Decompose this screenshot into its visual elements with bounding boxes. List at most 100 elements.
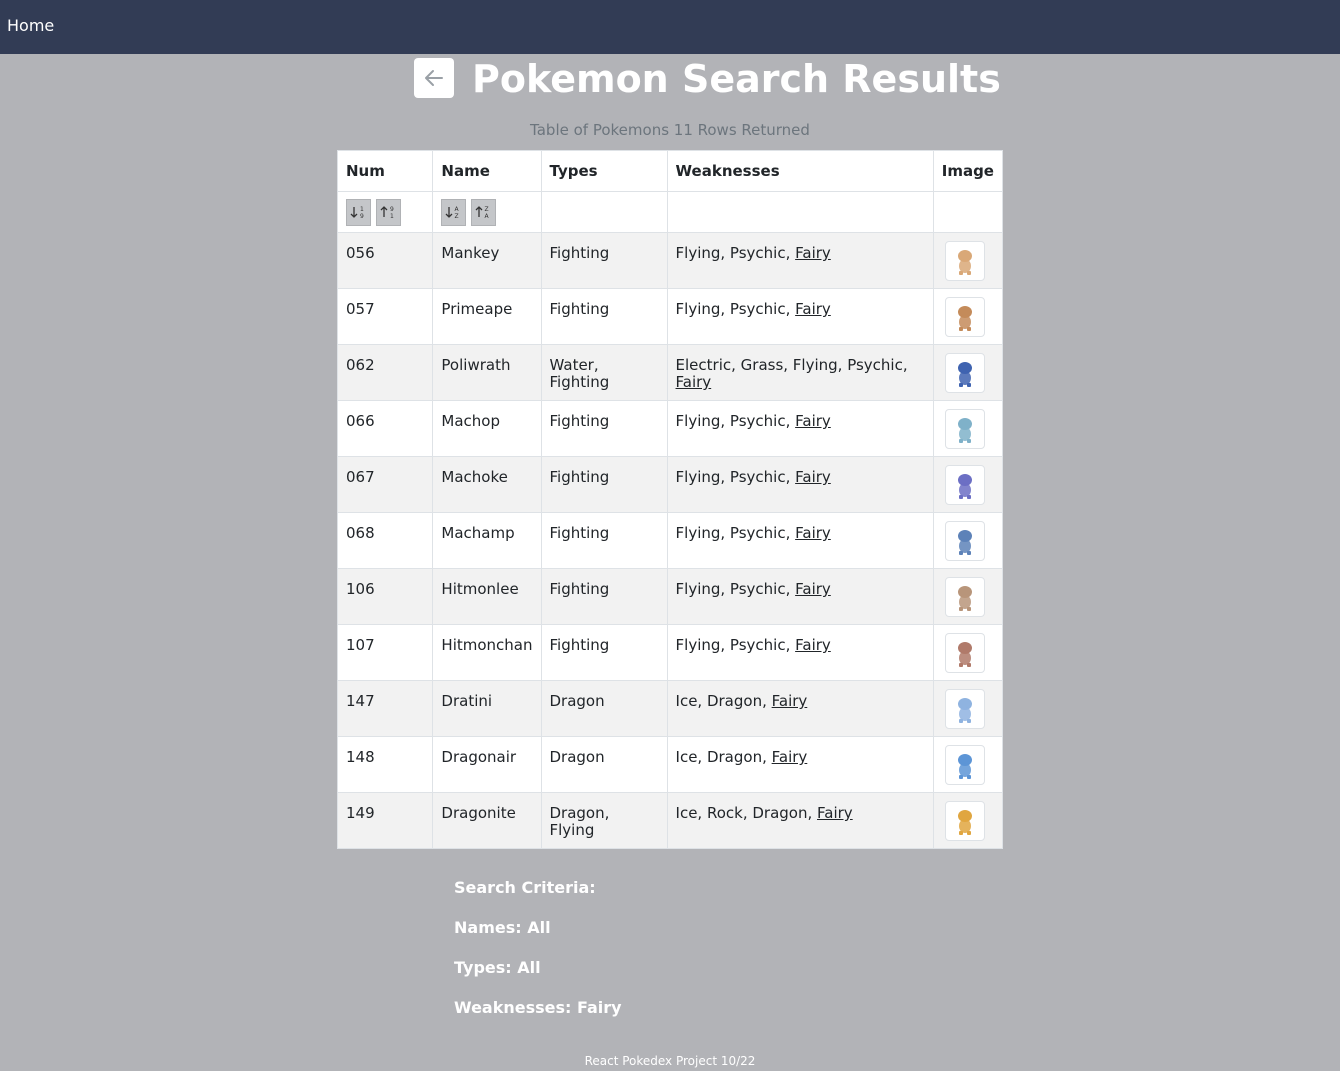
sort-num-descending-button[interactable]: 9 1	[375, 198, 401, 226]
pokemon-thumbnail[interactable]	[944, 577, 985, 617]
sort-name-ascending-button[interactable]: A Z	[441, 198, 467, 226]
weakness-text: Flying, Psychic,	[675, 300, 796, 318]
cell-name: Machop	[432, 400, 542, 457]
arrow-left-icon	[425, 70, 443, 86]
weakness-text: Flying, Psychic,	[675, 524, 796, 542]
cell-name: Dragonair	[432, 736, 542, 793]
cell-name: Dratini	[432, 680, 542, 737]
svg-text:9: 9	[390, 206, 394, 213]
table-row: 107 Hitmonchan Fighting Flying, Psychic, Fa…	[336, 624, 1004, 681]
cell-weaknesses: Flying, Psychic, Fairy	[666, 512, 934, 569]
pokemon-thumbnail[interactable]	[944, 521, 985, 561]
cell-name: Hitmonlee	[432, 568, 542, 625]
sort-numeric-up-icon: 9 1	[380, 206, 394, 220]
pokemon-thumbnail[interactable]	[944, 689, 985, 729]
cell-name: Dragonite	[432, 792, 542, 849]
sort-numeric-down-icon: 1 9	[350, 206, 364, 220]
cell-image	[932, 680, 1004, 737]
cell-num: 149	[336, 792, 434, 849]
criteria-types: Types: All	[454, 958, 541, 977]
criteria-weaknesses: Weaknesses: Fairy	[454, 998, 622, 1017]
hitmonchan-image	[957, 642, 972, 667]
weakness-text: Electric, Grass, Flying, Psychic,	[675, 356, 908, 374]
cell-types: Fighting	[540, 456, 668, 513]
sort-alpha-up-icon: Z A	[475, 206, 490, 220]
cell-types: Fighting	[540, 232, 668, 289]
weakness-fairy-highlight: Fairy	[795, 580, 831, 598]
weakness-text: Ice, Dragon,	[675, 692, 772, 710]
machamp-image	[957, 530, 972, 555]
cell-types: Water, Fighting	[540, 344, 668, 401]
svg-text:A: A	[455, 206, 460, 213]
pokemon-thumbnail[interactable]	[944, 633, 985, 673]
results-table: Num Name Types Weaknesses Image 1 9 9 1 …	[336, 150, 1004, 849]
cell-weaknesses: Electric, Grass, Flying, Psychic, Fairy	[666, 344, 934, 401]
table-row: 068 Machamp Fighting Flying, Psychic, Fairy	[336, 512, 1004, 569]
home-link[interactable]: Home	[7, 16, 54, 36]
svg-text:1: 1	[390, 213, 394, 220]
weakness-fairy-highlight: Fairy	[795, 524, 831, 542]
cell-weaknesses: Flying, Psychic, Fairy	[666, 232, 934, 289]
weakness-text: Flying, Psychic,	[675, 580, 796, 598]
svg-text:1: 1	[360, 206, 364, 213]
navbar: Home	[0, 0, 1340, 54]
cell-weaknesses: Flying, Psychic, Fairy	[666, 456, 934, 513]
pokemon-thumbnail[interactable]	[944, 297, 985, 337]
pokemon-thumbnail[interactable]	[944, 745, 985, 785]
cell-weaknesses: Flying, Psychic, Fairy	[666, 624, 934, 681]
sort-name-descending-button[interactable]: Z A	[471, 198, 497, 226]
cell-types: Fighting	[540, 512, 668, 569]
cell-num: 148	[336, 736, 434, 793]
cell-types: Fighting	[540, 568, 668, 625]
pokemon-thumbnail[interactable]	[944, 465, 985, 505]
column-header-types: Types	[540, 150, 668, 192]
weakness-text: Flying, Psychic,	[675, 636, 796, 654]
weakness-text: Flying, Psychic,	[675, 468, 796, 486]
table-row: 147 Dratini Dragon Ice, Dragon, Fairy	[336, 680, 1004, 737]
back-button[interactable]	[414, 58, 454, 98]
cell-image	[932, 736, 1004, 793]
dragonair-image	[957, 754, 972, 779]
machop-image	[957, 418, 972, 443]
cell-weaknesses: Flying, Psychic, Fairy	[666, 400, 934, 457]
cell-weaknesses: Ice, Rock, Dragon, Fairy	[666, 792, 934, 849]
weakness-fairy-highlight: Fairy	[795, 300, 831, 318]
weakness-text: Ice, Rock, Dragon,	[675, 804, 818, 822]
footer-text: React Pokedex Project 10/22	[584, 1054, 756, 1068]
cell-types: Fighting	[540, 288, 668, 345]
cell-types: Fighting	[540, 400, 668, 457]
pokemon-thumbnail[interactable]	[944, 409, 985, 449]
results-body: 056 Mankey Fighting Flying, Psychic, Fairy 0…	[336, 232, 1004, 849]
cell-image	[932, 512, 1004, 569]
cell-weaknesses: Ice, Dragon, Fairy	[666, 680, 934, 737]
sort-alpha-down-icon: A Z	[445, 206, 460, 220]
sort-num-ascending-button[interactable]: 1 9	[346, 198, 371, 226]
table-row: 106 Hitmonlee Fighting Flying, Psychic, Fai…	[336, 568, 1004, 625]
pokemon-thumbnail[interactable]	[944, 353, 985, 393]
table-row: 149 Dragonite Dragon, Flying Ice, Rock, Dra…	[336, 792, 1004, 849]
weakness-fairy-highlight: Fairy	[771, 692, 808, 710]
cell-name: Mankey	[432, 232, 542, 289]
weakness-fairy-highlight: Fairy	[771, 748, 808, 766]
cell-num: 056	[336, 232, 434, 289]
weakness-fairy-highlight: Fairy	[795, 468, 831, 486]
dragonite-image	[957, 810, 972, 835]
sort-controls-row: 1 9 9 1 A Z Z A	[336, 191, 1004, 233]
table-row: 057 Primeape Fighting Flying, Psychic, Fair…	[336, 288, 1004, 345]
pokemon-thumbnail[interactable]	[944, 801, 985, 841]
svg-text:A: A	[485, 213, 490, 220]
cell-num: 106	[336, 568, 434, 625]
criteria-names: Names: All	[454, 918, 551, 937]
cell-num: 062	[336, 344, 434, 401]
weakness-fairy-highlight: Fairy	[795, 636, 831, 654]
cell-num: 107	[336, 624, 434, 681]
pokemon-thumbnail[interactable]	[944, 241, 985, 281]
cell-name: Poliwrath	[432, 344, 542, 401]
table-row: 067 Machoke Fighting Flying, Psychic, Fairy	[336, 456, 1004, 513]
cell-name: Machoke	[432, 456, 542, 513]
mankey-image	[957, 250, 972, 275]
primeape-image	[957, 306, 972, 331]
dratini-image	[957, 698, 972, 723]
cell-num: 068	[336, 512, 434, 569]
weakness-text: Flying, Psychic,	[675, 244, 796, 262]
